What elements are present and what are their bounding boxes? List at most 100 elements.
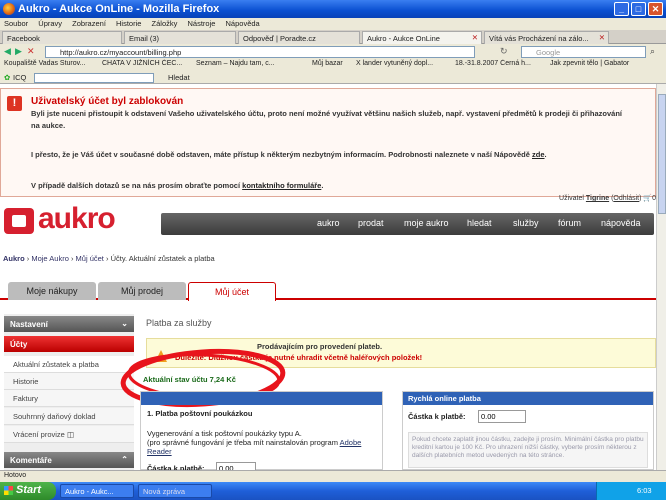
browser-tab-aukro[interactable]: Aukro - Aukce OnLine ✕ [362,31,482,44]
browser-tab-bar: Facebook Email (3) Odpověď | Poradte.cz … [0,30,666,44]
taskbar-item-firefox[interactable]: Aukro - Aukc... [60,484,134,498]
crumb-current: Účty. Aktuální zůstatek a platba [110,254,215,263]
close-button[interactable]: ✕ [648,2,663,16]
menu-bar: Soubor Úpravy Zobrazení Historie Záložky… [0,18,666,30]
logo-word: aukro [38,202,116,235]
sidebar-section-nastaveni[interactable]: Nastavení ⌄ [4,316,134,332]
notice-paragraph: V případě dalších dotazů se na nás prosí… [31,181,324,190]
nav-moje-aukro[interactable]: moje aukro [404,218,449,228]
browser-tab-email[interactable]: Email (3) [124,31,236,44]
postal-description: Vygenerování a tisk poštovní poukázky ty… [147,429,372,456]
crumb-muj-ucet[interactable]: Můj účet [76,254,104,263]
back-icon[interactable]: ◀ [4,46,11,57]
window-title: Aukro - Aukce OnLine - Mozilla Firefox [18,3,220,15]
menu-file[interactable]: Soubor [4,19,28,28]
crumb-aukro[interactable]: Aukro [3,254,25,263]
menu-view[interactable]: Zobrazení [72,19,106,28]
account-tabs: Moje nákupy Můj prodej Můj účet [0,282,656,301]
start-label: Start [16,484,42,496]
postal-text: (pro správné fungování je třeba mít nain… [147,438,338,447]
tab-close-icon[interactable]: ✕ [599,33,605,42]
bookmark-item[interactable]: X lander vytuněný dopl... [356,60,433,67]
window-titlebar: Aukro - Aukce OnLine - Mozilla Firefox _… [0,0,666,18]
sidebar-item-invoices[interactable]: Faktury [4,390,134,407]
browser-tab-poradte[interactable]: Odpověď | Poradte.cz [238,31,360,44]
postal-text: Vygenerování a tisk poštovní poukázky ty… [147,429,302,438]
main-navigation: aukro prodat moje aukro hledat služby fó… [161,213,654,235]
help-link[interactable]: zde [532,150,545,159]
aukro-logo[interactable]: aukro [4,202,149,236]
bookmark-item[interactable]: Jak zpevnit tělo | Gabator [550,60,629,67]
chevron-up-icon: ⌃ [121,455,128,464]
user-bar: Uživatel Tigrine (Odhlásit) 🛒0 [559,195,656,202]
nav-forum[interactable]: fórum [558,218,581,228]
bookmark-item[interactable]: Seznam – Najdu tam, c... [196,60,275,67]
sidebar-item-tax-doc[interactable]: Souhrnný daňový doklad [4,408,134,425]
search-box[interactable]: Google [521,46,646,58]
search-go-icon[interactable]: ⌕ [650,46,655,57]
menu-bookmarks[interactable]: Záložky [152,19,178,28]
icq-search-button[interactable]: Hledat [168,73,190,82]
warning-icon: ! [7,96,22,111]
contact-form-link[interactable]: kontaktního formuláře [242,181,321,190]
page-scrollbar[interactable] [656,84,666,470]
bookmark-item[interactable]: CHATA V JIŽNÍCH ČEC... [102,60,182,67]
tab-close-icon[interactable]: ✕ [472,33,478,42]
sidebar-item-refund[interactable]: Vrácení provize ◫ [4,426,134,443]
nav-aukro[interactable]: aukro [317,218,340,228]
start-button[interactable]: Start [0,482,56,500]
browser-tab-facebook[interactable]: Facebook [2,31,122,44]
crumb-moje-aukro[interactable]: Moje Aukro [31,254,69,263]
sidebar-item-history[interactable]: Historie [4,373,134,390]
tab-label: Email (3) [129,34,160,43]
stop-icon[interactable]: ✕ [27,46,35,57]
section-label: Účty [10,340,28,349]
icq-flower-icon: ✿ [4,73,11,82]
tab-label: Aukro - Aukce OnLine [367,34,440,43]
tab-muj-prodej[interactable]: Můj prodej [98,282,186,300]
url-bar[interactable]: http://aukro.cz/myaccount/billing.php [45,46,475,58]
username-link[interactable]: Tigrine [586,195,609,202]
menu-history[interactable]: Historie [116,19,141,28]
section-label: Nastavení [10,320,48,329]
nav-napoveda[interactable]: nápověda [601,218,641,228]
reload-icon[interactable]: ↻ [500,46,508,57]
windows-flag-icon [4,486,13,495]
browser-tab-welcome[interactable]: Vítá vás Procházení na zálo... ✕ [484,31,609,44]
nav-sluzby[interactable]: služby [513,218,539,228]
online-amount-input[interactable] [478,410,526,423]
scrollbar-thumb[interactable] [658,94,666,214]
sidebar-section-komentare[interactable]: Komentáře ⌃ [4,452,134,468]
menu-help[interactable]: Nápověda [226,19,260,28]
tab-moje-nakupy[interactable]: Moje nákupy [8,282,96,300]
breadcrumb: Aukro › Moje Aukro › Můj účet › Účty. Ak… [3,254,215,263]
bookmark-item[interactable]: Koupaliště Vadas Sturov... [4,60,85,67]
tab-muj-ucet[interactable]: Můj účet [188,282,276,301]
bookmark-item[interactable]: Můj bazar [312,60,343,67]
menu-edit[interactable]: Úpravy [38,19,62,28]
tab-label: Vítá vás Procházení na zálo... [489,34,589,43]
menu-tools[interactable]: Nástroje [187,19,215,28]
logo-mark [4,208,34,234]
amount-label: Částka k platbě: [408,412,466,421]
minimize-button[interactable]: _ [614,2,629,16]
box-header [141,392,382,405]
notice-text: V případě dalších dotazů se na nás prosí… [31,181,241,190]
firefox-icon [3,3,15,15]
bookmark-item[interactable]: 18.-31.8.2007 Černá h... [455,60,531,67]
nav-prodat[interactable]: prodat [358,218,384,228]
cart-count: 0 [652,195,656,202]
logout-link[interactable]: Odhlásit [613,195,639,202]
icq-search-input[interactable] [34,73,154,83]
sidebar-section-ucty[interactable]: Účty [4,336,134,352]
cart-icon[interactable]: 🛒 [643,195,652,202]
taskbar-item-message[interactable]: Nová zpráva [138,484,212,498]
sidebar-item-balance[interactable]: Aktuální zůstatek a platba [4,356,134,373]
notice-text: I přesto, že je Váš účet v současné době… [31,150,530,159]
postal-title: 1. Platba poštovní poukázkou [147,409,253,418]
nav-hledat[interactable]: hledat [467,218,492,228]
popup-icon: ◫ [66,430,75,439]
user-label: Uživatel [559,195,584,202]
maximize-button[interactable]: □ [631,2,646,16]
forward-icon[interactable]: ▶ [15,46,22,57]
